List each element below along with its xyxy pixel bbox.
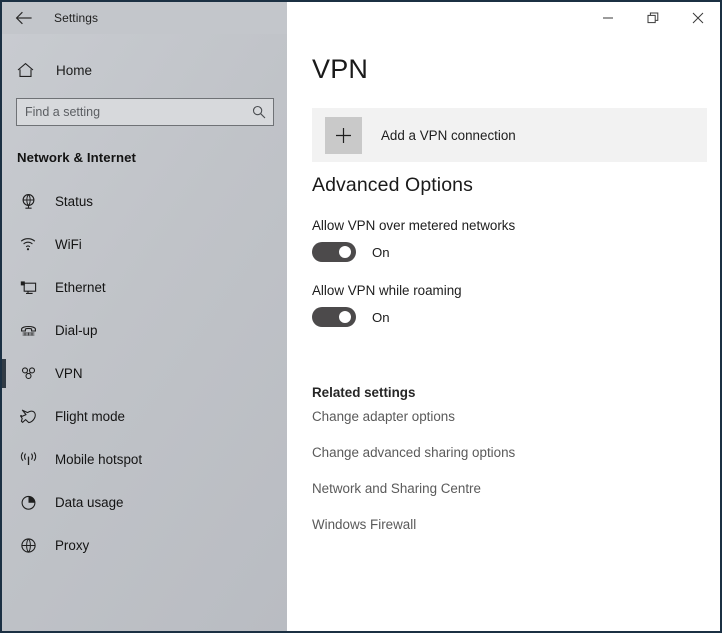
- sidebar-item-label: Proxy: [55, 538, 89, 553]
- sidebar-item-label: Status: [55, 194, 93, 209]
- selection-indicator: [2, 359, 6, 388]
- globe-icon: [17, 537, 39, 554]
- back-button[interactable]: [2, 2, 46, 34]
- while-roaming-toggle[interactable]: [312, 307, 356, 327]
- metered-networks-toggle[interactable]: [312, 242, 356, 262]
- hotspot-icon: [17, 452, 39, 467]
- sidebar-item-label: WiFi: [55, 237, 82, 252]
- setting-label: Allow VPN over metered networks: [312, 218, 720, 233]
- page-title: VPN: [287, 34, 720, 85]
- advanced-options-title: Advanced Options: [287, 162, 720, 197]
- title-bar: Settings: [2, 2, 720, 34]
- ethernet-icon: [17, 280, 39, 296]
- plus-icon: [325, 117, 362, 154]
- restore-icon: [647, 12, 659, 24]
- sidebar-item-vpn[interactable]: VPN: [2, 352, 287, 395]
- sidebar-item-wifi[interactable]: WiFi: [2, 223, 287, 266]
- close-button[interactable]: [675, 3, 720, 34]
- globe-status-icon: [17, 193, 39, 210]
- title-bar-left: Settings: [2, 2, 287, 34]
- sidebar: Home Network & Internet: [2, 34, 287, 631]
- vpn-icon: [17, 366, 39, 381]
- minimize-button[interactable]: [585, 3, 630, 34]
- toggle-knob: [339, 246, 351, 258]
- minimize-icon: [602, 12, 614, 24]
- back-arrow-icon: [15, 11, 33, 25]
- sidebar-item-proxy[interactable]: Proxy: [2, 524, 287, 567]
- related-settings-title: Related settings: [287, 385, 720, 400]
- setting-label: Allow VPN while roaming: [312, 283, 720, 298]
- sidebar-item-label: Flight mode: [55, 409, 125, 424]
- sidebar-item-home[interactable]: Home: [2, 50, 287, 90]
- sidebar-item-data-usage[interactable]: Data usage: [2, 481, 287, 524]
- related-link-windows-firewall[interactable]: Windows Firewall: [312, 517, 416, 532]
- setting-metered-networks: Allow VPN over metered networks On: [287, 218, 720, 262]
- sidebar-item-mobile-hotspot[interactable]: Mobile hotspot: [2, 438, 287, 481]
- search-icon[interactable]: [252, 105, 266, 119]
- sidebar-item-label: Dial-up: [55, 323, 97, 338]
- sidebar-item-dial-up[interactable]: Dial-up: [2, 309, 287, 352]
- search-input[interactable]: [17, 99, 273, 125]
- sidebar-item-label: Data usage: [55, 495, 124, 510]
- close-icon: [692, 12, 704, 24]
- toggle-row: On: [312, 307, 720, 327]
- home-label: Home: [56, 63, 92, 78]
- toggle-knob: [339, 311, 351, 323]
- restore-button[interactable]: [630, 3, 675, 34]
- airplane-icon: [17, 409, 39, 425]
- sidebar-item-ethernet[interactable]: Ethernet: [2, 266, 287, 309]
- add-vpn-connection-button[interactable]: Add a VPN connection: [312, 108, 707, 162]
- related-link-network-and-sharing-centre[interactable]: Network and Sharing Centre: [312, 481, 481, 496]
- dialup-phone-icon: [17, 323, 39, 338]
- toggle-state-label: On: [372, 245, 390, 260]
- wifi-icon: [17, 237, 39, 252]
- related-link-change-advanced-sharing-options[interactable]: Change advanced sharing options: [312, 445, 515, 460]
- setting-while-roaming: Allow VPN while roaming On: [287, 283, 720, 327]
- sidebar-nav-list: Status WiFi: [2, 180, 287, 567]
- home-icon: [17, 62, 39, 78]
- window-controls: [287, 2, 720, 34]
- sidebar-category-title: Network & Internet: [2, 150, 287, 165]
- sidebar-item-status[interactable]: Status: [2, 180, 287, 223]
- related-link-change-adapter-options[interactable]: Change adapter options: [312, 409, 455, 424]
- toggle-row: On: [312, 242, 720, 262]
- related-settings-list: Change adapter options Change advanced s…: [287, 409, 720, 532]
- sidebar-item-label: VPN: [55, 366, 83, 381]
- settings-window: Settings: [0, 0, 722, 633]
- sidebar-item-label: Ethernet: [55, 280, 106, 295]
- pie-chart-icon: [17, 494, 39, 511]
- sidebar-item-label: Mobile hotspot: [55, 452, 142, 467]
- content-area: VPN Add a VPN connection Advanced Option…: [287, 34, 720, 631]
- window-title: Settings: [54, 11, 98, 25]
- sidebar-item-flight-mode[interactable]: Flight mode: [2, 395, 287, 438]
- search-box[interactable]: [16, 98, 274, 126]
- toggle-state-label: On: [372, 310, 390, 325]
- add-vpn-connection-label: Add a VPN connection: [381, 128, 516, 143]
